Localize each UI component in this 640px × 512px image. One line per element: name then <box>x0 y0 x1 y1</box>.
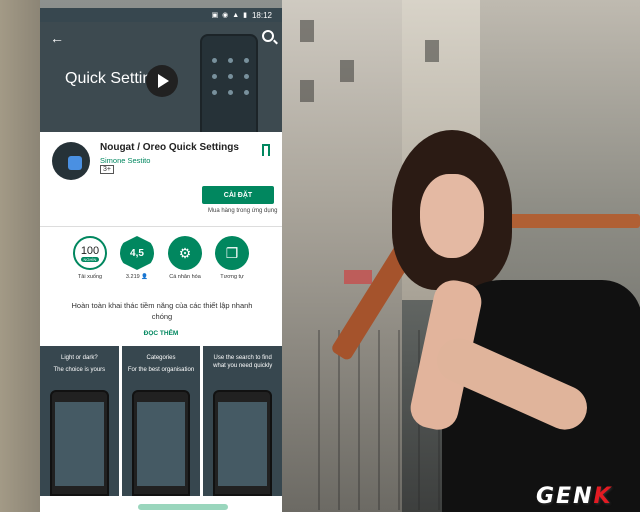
window <box>300 20 314 42</box>
play-video-button[interactable] <box>146 65 178 97</box>
app-name: Nougat / Oreo Quick Settings <box>100 142 239 153</box>
app-description: Hoàn toàn khai thác tiềm năng của các th… <box>71 301 253 321</box>
screenshot-caption: Use the search to find what you need qui… <box>207 354 278 370</box>
screenshot-caption-line: Light or dark? <box>60 355 98 361</box>
screenshot-caption: Light or dark? The choice is yours <box>44 354 115 374</box>
phone-mockup <box>200 34 258 132</box>
screenshot-caption-line: For the best organisation <box>127 367 195 373</box>
play-store-screenshot: ▣ ◉ ▲ ▮ 18:12 ← Quick Settings Nougat / … <box>40 8 282 512</box>
device-image <box>213 390 273 496</box>
in-app-purchases-note: Mua hàng trong ứng dụng <box>208 208 278 214</box>
rating-badge: 4,5 <box>120 236 154 270</box>
device-image <box>131 390 191 496</box>
window <box>425 40 439 62</box>
read-more-link[interactable]: ĐỌC THÊM <box>40 330 282 337</box>
downloads-value: 100 <box>80 244 100 257</box>
woman-figure <box>372 130 640 512</box>
screenshots-carousel[interactable]: Light or dark? The choice is yours Categ… <box>40 346 282 496</box>
install-button[interactable]: CÀI ĐẶT <box>202 186 274 204</box>
status-bar: ▣ ◉ ▲ ▮ 18:12 <box>40 8 282 22</box>
screenshot-caption-line: The choice is yours <box>53 367 106 373</box>
status-time: 18:12 <box>251 10 272 20</box>
search-icon[interactable] <box>262 30 274 42</box>
similar-caption: Tương tự <box>220 274 244 280</box>
screenshot-item[interactable]: Use the search to find what you need qui… <box>203 346 282 496</box>
screenshot-caption-line: Use the search to find what you need qui… <box>213 355 273 369</box>
device-image <box>50 390 109 496</box>
screenshot-item[interactable]: Categories For the best organisation <box>121 346 201 496</box>
face <box>420 174 484 258</box>
content-rating-badge: 3+ <box>100 165 114 174</box>
left-building <box>0 0 40 512</box>
back-arrow-icon[interactable]: ← <box>50 30 64 46</box>
status-icons: ▣ ◉ ▲ ▮ <box>211 12 248 19</box>
street-sign <box>344 270 372 284</box>
rating-count-value: 3.219 <box>125 274 140 280</box>
watermark-accent: K <box>593 484 613 509</box>
similar-apps-icon: ❐ <box>215 236 249 270</box>
stats-row: 100 NGHÌN Tải xuống 4,5 3.219 👤 ⚙ Cá nhâ… <box>40 226 282 290</box>
developer-link[interactable]: Simone Sestito <box>100 156 150 165</box>
person-icon: 👤 <box>141 274 149 280</box>
personalization-icon: ⚙ <box>168 236 202 270</box>
window <box>300 80 314 102</box>
screenshot-item[interactable]: Light or dark? The choice is yours <box>40 346 119 496</box>
wishlist-bookmark-icon[interactable] <box>262 144 270 156</box>
screenshot-caption: Categories For the best organisation <box>126 354 197 374</box>
downloads-circle: 100 NGHÌN <box>73 236 107 270</box>
window <box>340 60 354 82</box>
downloads-unit: NGHÌN <box>80 256 100 262</box>
app-icon <box>52 142 90 180</box>
watermark-main: GEN <box>536 484 594 509</box>
genk-watermark: GENK <box>536 484 613 509</box>
bottom-strip <box>40 496 282 512</box>
similar-stat[interactable]: ❐ Tương tự <box>204 236 260 280</box>
screenshot-caption-line: Categories <box>146 355 176 361</box>
feature-graphic: ← Quick Settings <box>40 22 282 132</box>
